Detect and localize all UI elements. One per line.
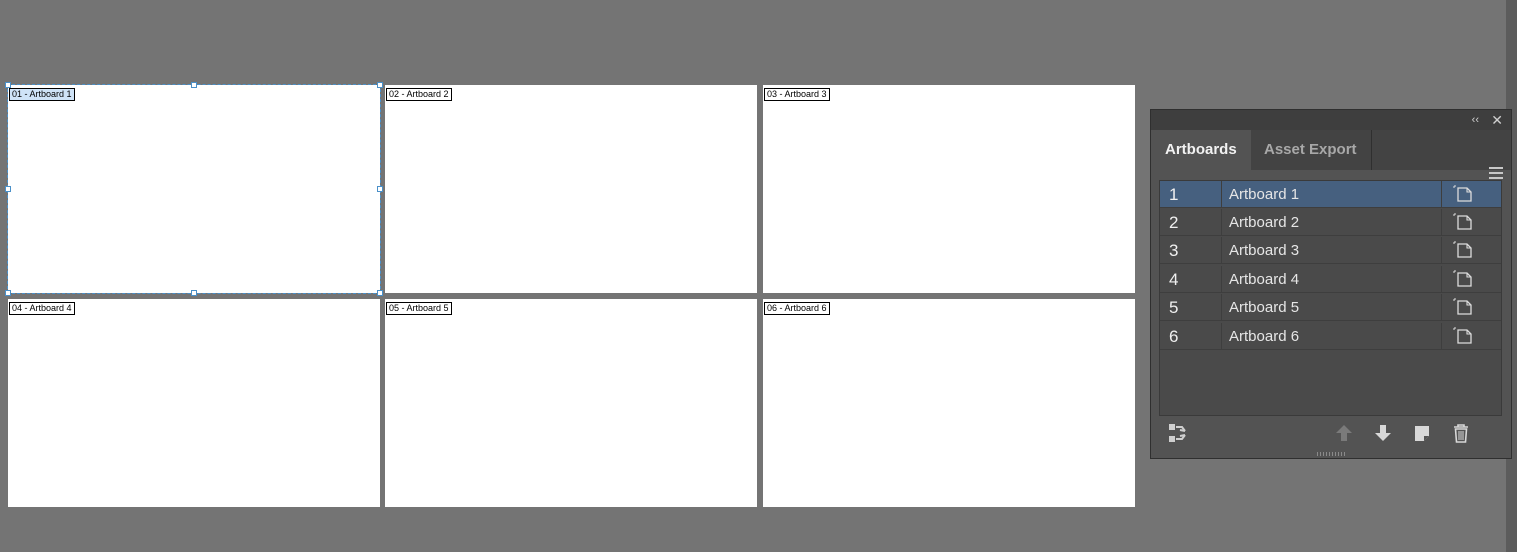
artboard-options-icon[interactable] <box>1452 298 1474 316</box>
close-icon[interactable]: ✕ <box>1491 111 1503 129</box>
new-artboard-icon[interactable] <box>1411 422 1433 444</box>
row-name[interactable]: Artboard 6 <box>1229 323 1299 350</box>
resize-handle-ml[interactable] <box>5 186 11 192</box>
tab-artboards[interactable]: Artboards <box>1151 130 1251 170</box>
rearrange-icon[interactable] <box>1167 422 1189 444</box>
divider <box>1441 266 1442 293</box>
row-number: 1 <box>1169 185 1179 204</box>
artboards-panel: ‹‹ ✕ Artboards Asset Export 1 Artboard 1… <box>1150 109 1512 459</box>
list-item[interactable]: 5 Artboard 5 <box>1160 294 1501 321</box>
tab-asset-export[interactable]: Asset Export <box>1250 130 1372 170</box>
resize-handle-tr[interactable] <box>377 82 383 88</box>
collapse-icon[interactable]: ‹‹ <box>1472 112 1479 128</box>
artboard-3[interactable]: 03 - Artboard 3 <box>763 85 1135 293</box>
row-number: 5 <box>1169 298 1179 317</box>
resize-handle-tl[interactable] <box>5 82 11 88</box>
artboard-label: 03 - Artboard 3 <box>764 88 830 101</box>
trash-icon[interactable] <box>1450 422 1472 444</box>
list-item[interactable]: 1 Artboard 1 <box>1160 181 1501 208</box>
artboard-label: 06 - Artboard 6 <box>764 302 830 315</box>
panel-resize-grip[interactable] <box>1317 452 1345 456</box>
row-name[interactable]: Artboard 4 <box>1229 266 1299 293</box>
artboard-options-icon[interactable] <box>1452 185 1474 203</box>
panel-tabbar: Artboards Asset Export <box>1151 130 1511 179</box>
divider <box>1221 294 1222 321</box>
divider <box>1221 209 1222 236</box>
artboard-label: 01 - Artboard 1 <box>9 88 75 101</box>
row-number: 2 <box>1169 213 1179 232</box>
row-number: 3 <box>1169 241 1179 260</box>
arrow-up-icon[interactable] <box>1333 422 1355 444</box>
list-item[interactable]: 2 Artboard 2 <box>1160 209 1501 236</box>
artboard-5[interactable]: 05 - Artboard 5 <box>385 299 757 507</box>
artboard-options-icon[interactable] <box>1452 213 1474 231</box>
row-name[interactable]: Artboard 2 <box>1229 209 1299 236</box>
resize-handle-mr[interactable] <box>377 186 383 192</box>
list-item[interactable]: 3 Artboard 3 <box>1160 237 1501 264</box>
artboard-options-icon[interactable] <box>1452 241 1474 259</box>
list-item[interactable]: 6 Artboard 6 <box>1160 323 1501 350</box>
panel-title-bar[interactable]: ‹‹ ✕ <box>1151 110 1511 130</box>
artboard-2[interactable]: 02 - Artboard 2 <box>385 85 757 293</box>
resize-handle-bl[interactable] <box>5 290 11 296</box>
resize-handle-br[interactable] <box>377 290 383 296</box>
divider <box>1221 181 1222 208</box>
artboard-list: 1 Artboard 1 2 Artboard 2 3 Artboard 3 4… <box>1159 180 1502 416</box>
divider <box>1441 294 1442 321</box>
artboard-options-icon[interactable] <box>1452 327 1474 345</box>
row-name[interactable]: Artboard 1 <box>1229 181 1299 208</box>
row-name[interactable]: Artboard 5 <box>1229 294 1299 321</box>
arrow-down-icon[interactable] <box>1372 422 1394 444</box>
resize-handle-tm[interactable] <box>191 82 197 88</box>
artboard-6[interactable]: 06 - Artboard 6 <box>763 299 1135 507</box>
artboard-label: 02 - Artboard 2 <box>386 88 452 101</box>
artboard-label: 04 - Artboard 4 <box>9 302 75 315</box>
artboard-4[interactable]: 04 - Artboard 4 <box>8 299 380 507</box>
artboard-options-icon[interactable] <box>1452 270 1474 288</box>
row-number: 6 <box>1169 327 1179 346</box>
divider <box>1221 237 1222 264</box>
divider <box>1221 266 1222 293</box>
row-name[interactable]: Artboard 3 <box>1229 237 1299 264</box>
row-number: 4 <box>1169 270 1179 289</box>
divider <box>1441 323 1442 350</box>
divider <box>1441 209 1442 236</box>
divider <box>1441 181 1442 208</box>
divider <box>1221 323 1222 350</box>
artboard-label: 05 - Artboard 5 <box>386 302 452 315</box>
resize-handle-bm[interactable] <box>191 290 197 296</box>
list-item[interactable]: 4 Artboard 4 <box>1160 266 1501 293</box>
divider <box>1441 237 1442 264</box>
artboard-1[interactable]: 01 - Artboard 1 <box>5 82 383 296</box>
